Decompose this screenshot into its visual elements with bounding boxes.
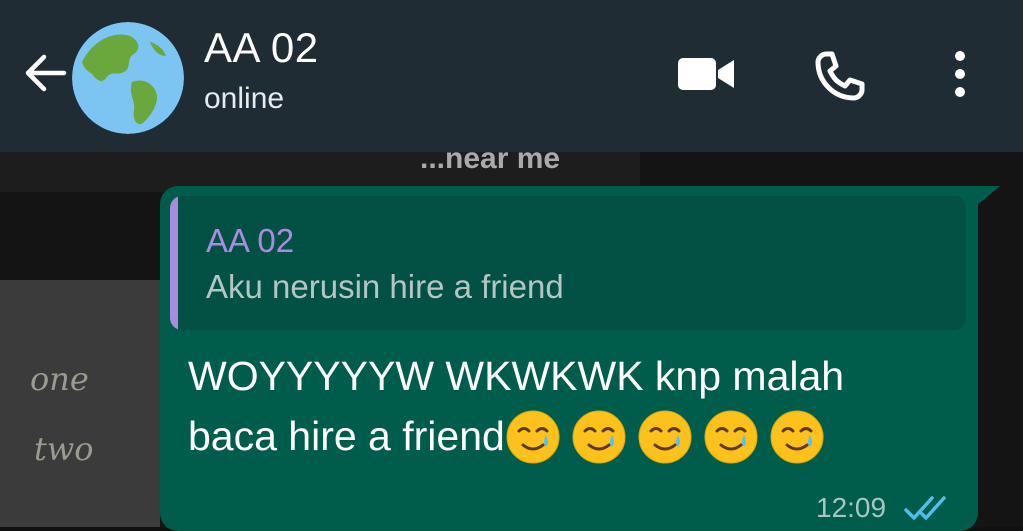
quoted-text: Aku nerusin hire a friend xyxy=(206,268,564,305)
message-line-2: baca hire a friend xyxy=(188,406,948,469)
wallpaper-card xyxy=(0,280,160,527)
more-options-icon[interactable] xyxy=(948,48,972,100)
contact-name[interactable]: AA 02 xyxy=(204,24,319,72)
smiling-tear-emoji xyxy=(572,410,626,464)
smiling-tear-emoji xyxy=(704,410,758,464)
chat-header: AA 02 online xyxy=(0,0,1023,152)
message-text: WOYYYYYW WKWKWK knp malah baca hire a fr… xyxy=(188,346,948,469)
handwriting-one: one xyxy=(30,360,89,398)
smiling-tear-emoji xyxy=(506,410,560,464)
back-arrow-icon[interactable] xyxy=(20,48,70,98)
handwriting-two: two xyxy=(34,430,94,468)
smiling-tear-emoji xyxy=(770,410,824,464)
contact-status: online xyxy=(204,82,285,115)
bubble-tail xyxy=(976,186,1000,206)
read-receipt-icon xyxy=(904,496,946,520)
quoted-message[interactable]: AA 02 Aku nerusin hire a friend xyxy=(170,196,966,330)
wallpaper-board-text: ...near me xyxy=(420,152,561,175)
message-time: 12:09 xyxy=(816,492,887,523)
avatar[interactable] xyxy=(72,22,184,134)
smiling-tear-emoji xyxy=(638,410,692,464)
message-line-1: WOYYYYYW WKWKWK knp malah xyxy=(188,353,845,399)
emoji-row xyxy=(505,409,835,469)
video-call-icon[interactable] xyxy=(676,52,736,96)
message-line-2-text: baca hire a friend xyxy=(188,413,505,459)
quote-accent-bar xyxy=(170,196,178,330)
phone-icon[interactable] xyxy=(812,48,868,104)
quoted-sender-name: AA 02 xyxy=(206,222,295,259)
